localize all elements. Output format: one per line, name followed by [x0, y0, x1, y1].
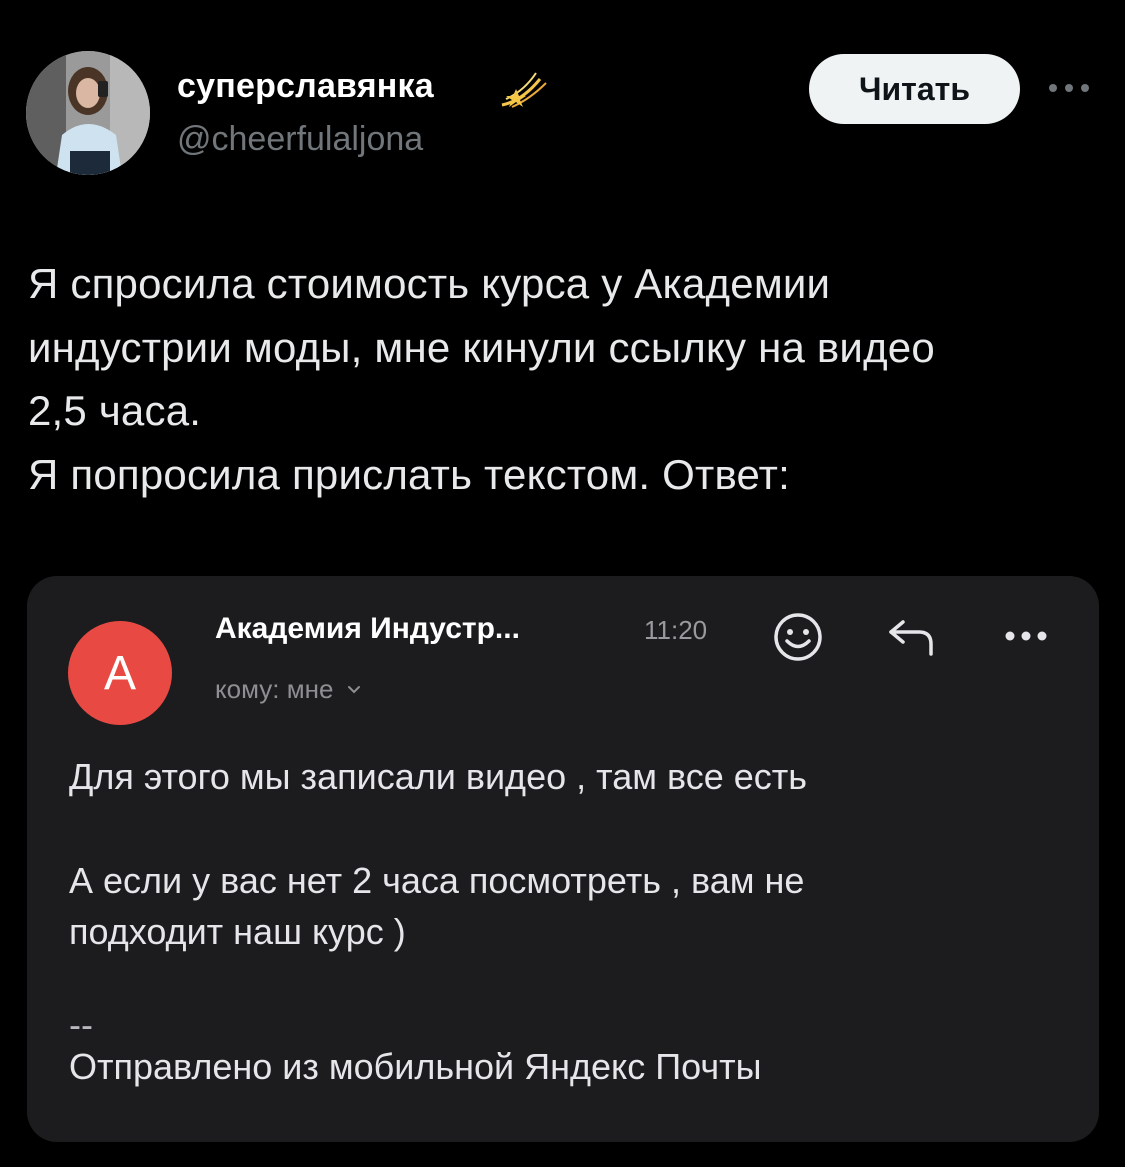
email-signature: Отправлено из мобильной Яндекс Почты [69, 1046, 762, 1087]
tweet-line: 2,5 часа. [28, 387, 202, 434]
email-sender: Академия Индустр... [215, 612, 520, 645]
author-name[interactable]: суперславянка [177, 67, 434, 106]
email-recipient: кому: мне [215, 674, 361, 705]
tweet-text: Я спросила стоимость курса у Академии ин… [28, 252, 1103, 506]
reply-icon [889, 620, 933, 656]
tweet-line: Я спросила стоимость курса у Академии [28, 260, 831, 307]
tweet-line: Я попросила прислать текстом. Ответ: [28, 450, 790, 498]
email-time: 11:20 [644, 615, 708, 645]
emoji-icon [774, 613, 822, 661]
email-body-line: подходит наш курс ) [69, 911, 406, 952]
recipient-label: кому: мне [215, 674, 334, 704]
more-horizontal-icon [1005, 631, 1047, 641]
tweet-view: суперславянка @cheerfulaljona Читать Я с… [0, 0, 1125, 1167]
email-body-line: Для этого мы записали видео , там все ес… [69, 756, 807, 797]
chevron-down-icon [348, 685, 361, 693]
tweet-line: индустрии моды, мне кинули ссылку на вид… [28, 323, 935, 371]
author-handle[interactable]: @cheerfulaljona [177, 120, 423, 159]
read-button[interactable]: Читать [809, 54, 1020, 124]
email-body-line: А если у вас нет 2 часа посмотреть , вам… [69, 860, 805, 901]
more-horizontal-icon[interactable] [1045, 80, 1093, 96]
email-screenshot[interactable]: А Академия Индустр... 11:20 кому: мне Дл… [27, 576, 1099, 1142]
author-avatar[interactable] [26, 51, 150, 175]
sender-avatar: А [68, 621, 172, 725]
avatar-photo [26, 51, 150, 175]
comet-icon [501, 72, 547, 108]
